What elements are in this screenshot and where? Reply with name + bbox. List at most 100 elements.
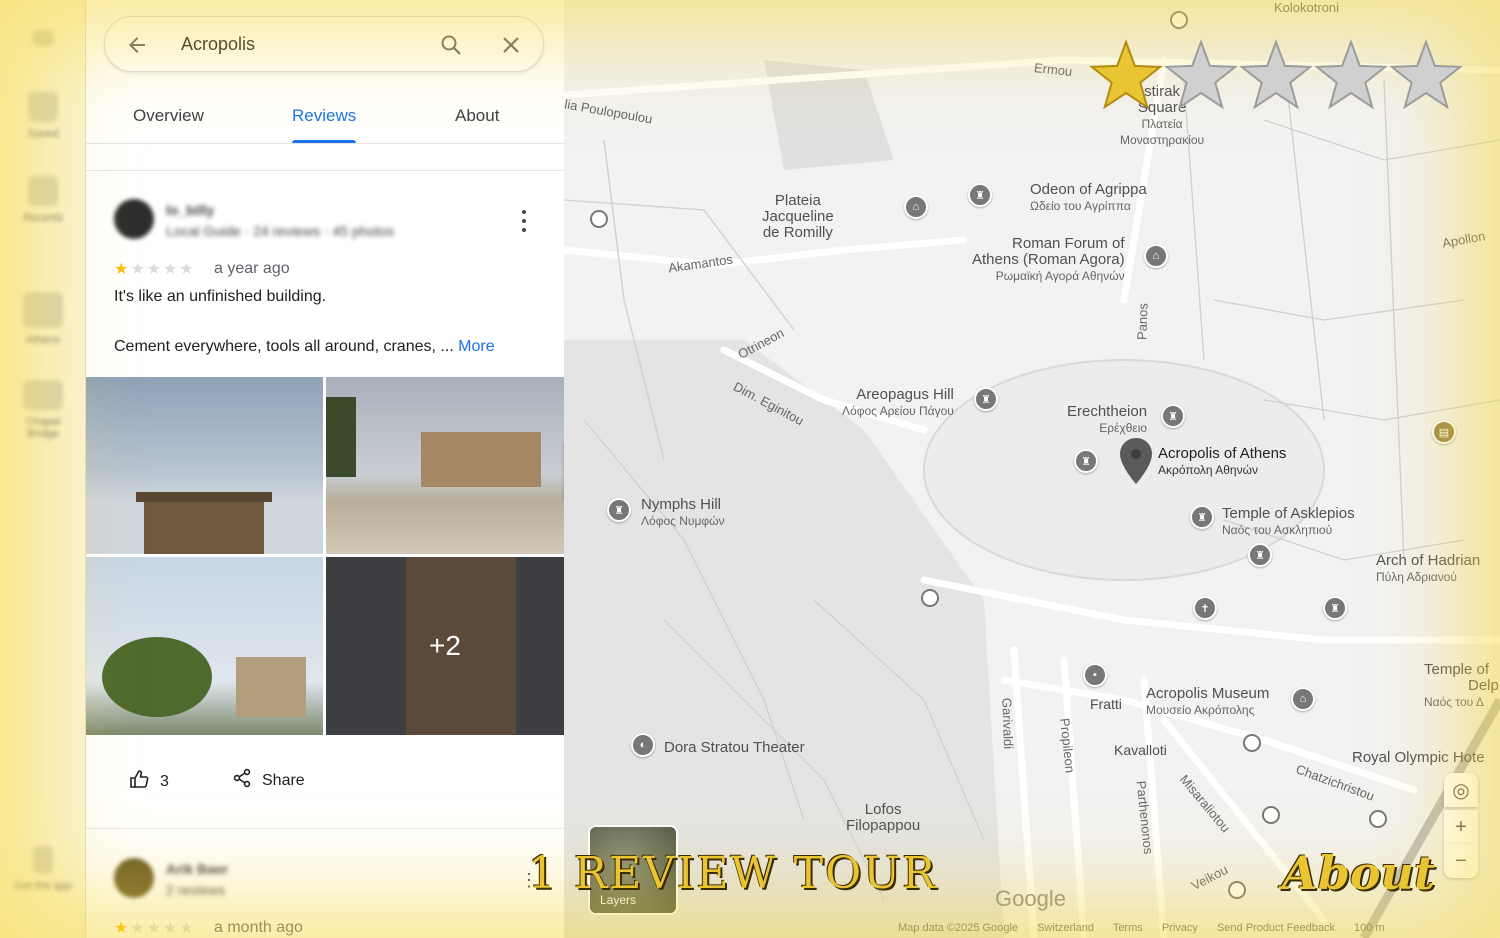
review-rating: ★★★★★ [114,261,196,278]
poi-icon[interactable]: ▤ [1432,420,1456,444]
landmark-poi-icon[interactable]: ♜ [1323,596,1347,620]
avatar[interactable] [114,858,154,898]
my-location-button[interactable]: ◎ [1444,773,1478,807]
place-label-erechtheion[interactable]: Erechtheion Ερέχθειο [1067,404,1147,436]
zoom-out-button[interactable]: − [1444,844,1478,878]
review-photo-2[interactable] [326,377,564,554]
crosshair-icon: ◎ [1452,779,1470,802]
street-label: Garivaldi [999,697,1017,750]
privacy-link[interactable]: Privacy [1162,922,1198,934]
review-rating: ★★★★★ [114,920,196,937]
tab-reviews[interactable]: Reviews [292,106,357,143]
terms-link[interactable]: Terms [1113,922,1143,934]
review-time: a month ago [214,919,303,936]
place-label-nymphs-hill[interactable]: Nymphs Hill Λόφος Νυμφών [641,497,725,529]
close-icon[interactable] [497,31,525,59]
map-canvas[interactable]: Kolokotroni Ermou lia Poulopoulou Akaman… [563,0,1500,938]
street-label: Kolokotroni [1274,0,1340,15]
place-label-temple-olympian[interactable]: Temple of Delp Ναός του Δ [1424,662,1499,710]
bus-stop-icon[interactable] [1243,734,1261,752]
church-poi-icon[interactable]: ✝ [1193,596,1217,620]
place-label-fratti[interactable]: Fratti [1090,696,1122,712]
place-label-roman-forum[interactable]: Roman Forum of Athens (Roman Agora) Ρωμαϊκ… [972,236,1125,284]
about-title: About [1282,846,1436,900]
bus-stop-icon[interactable] [1228,881,1246,899]
place-label-odeon[interactable]: Odeon of Agrippa Ωδείο του Αγρίππα [1030,182,1147,214]
like-button[interactable]: 3 [128,768,169,795]
search-icon[interactable] [437,31,465,59]
search-box[interactable]: Acropolis [104,16,544,72]
place-label-kavalloti[interactable]: Kavalloti [1114,742,1167,758]
bus-stop-icon[interactable] [1170,11,1188,29]
museum-poi-icon[interactable]: ⌂ [1144,244,1168,268]
landmark-poi-icon[interactable]: ♜ [968,183,992,207]
tour-title: 1 REVIEW TOUR [528,848,938,899]
landmark-poi-icon[interactable]: ♜ [1248,543,1272,567]
back-arrow-icon[interactable] [123,31,151,59]
place-label-royal-olympic[interactable]: Royal Olympic Hote [1352,750,1485,766]
tab-about[interactable]: About [455,106,499,126]
thumbs-up-icon [128,768,150,795]
landmark-poi-icon[interactable]: ♜ [607,498,631,522]
location-pin-icon[interactable] [1120,438,1152,484]
hotel-poi-icon[interactable]: ▪ [1083,663,1107,687]
like-count: 3 [160,772,169,790]
review-author-meta: 2 reviews [166,882,226,898]
place-label-plateia[interactable]: Plateia Jacqueline de Romilly [762,193,834,241]
rail-item-recents[interactable]: Recents [14,176,72,224]
zoom-in-button[interactable]: + [1444,810,1478,844]
left-rail: Saved Recents Athens Chapel Bridge Get t… [0,0,86,938]
star-filled-icon [1089,39,1163,110]
divider [86,170,564,171]
country-link[interactable]: Switzerland [1037,922,1094,934]
review-text-line2: Cement everywhere, tools all around, cra… [114,338,495,355]
search-input[interactable]: Acropolis [181,34,255,55]
more-link[interactable]: More [458,338,494,355]
place-label-acropolis-museum[interactable]: Acropolis Museum Μουσείο Ακρόπολης [1146,686,1269,718]
plus-icon: + [1455,815,1467,838]
rail-item-athens[interactable]: Athens [14,292,72,346]
menu-icon[interactable] [14,30,72,52]
divider [86,828,564,829]
landmark-poi-icon[interactable]: ♜ [1190,505,1214,529]
museum-poi-icon[interactable]: ⌂ [1291,687,1315,711]
review-text-line1: It's like an unfinished building. [114,288,327,305]
share-icon [232,768,252,793]
place-label-asklepios[interactable]: Temple of Asklepios Ναός του Ασκληπιού [1222,506,1355,538]
rail-item-saved[interactable]: Saved [14,92,72,140]
feedback-link[interactable]: Send Product Feedback [1217,922,1335,934]
place-label-lofos[interactable]: Lofos Filopappou [846,802,920,834]
place-label-arch-of-hadrian[interactable]: Arch of Hadrian Πύλη Αδριανού [1376,553,1480,585]
museum-poi-icon[interactable]: ⌂ [904,195,928,219]
scale-label: 100 m [1354,922,1385,934]
bus-stop-icon[interactable] [590,210,608,228]
bus-stop-icon[interactable] [1262,806,1280,824]
google-wordmark: Google [995,886,1066,911]
bus-stop-icon[interactable] [1369,810,1387,828]
theater-poi-icon[interactable]: ◐ [631,733,655,757]
review-photo-1[interactable] [86,377,323,554]
rail-item-chapel-bridge[interactable]: Chapel Bridge [14,380,72,440]
review-photo-4[interactable]: +2 [326,557,564,735]
place-label-acropolis[interactable]: Acropolis of Athens Ακρόπολη Αθηνών [1158,446,1286,478]
review-author[interactable]: Arik Baer [166,861,228,877]
review-time: a year ago [214,260,290,277]
place-label-areopagus[interactable]: Areopagus Hill Λόφος Αρείου Πάγου [842,387,954,419]
street-label: Panos [1134,302,1151,341]
more-vert-icon[interactable] [516,210,532,232]
avatar[interactable] [114,199,154,239]
rail-item-get-app[interactable]: Get the app [14,846,72,892]
bus-stop-icon[interactable] [921,589,939,607]
landmark-poi-icon[interactable]: ♜ [1161,404,1185,428]
review-photo-3[interactable] [86,557,323,735]
overlay-rating-stars [1089,39,1463,110]
place-label-dora-stratou[interactable]: Dora Stratou Theater [664,740,805,756]
place-panel: Acropolis Overview Reviews About lo_bill… [86,0,564,938]
review-author[interactable]: lo_billy [166,202,214,218]
landmark-poi-icon[interactable]: ♜ [1074,449,1098,473]
tab-overview[interactable]: Overview [133,106,204,126]
photo-overflow-count: +2 [429,630,461,661]
share-button[interactable]: Share [232,768,305,793]
landmark-poi-icon[interactable]: ♜ [974,387,998,411]
star-empty-icon [1389,39,1463,110]
